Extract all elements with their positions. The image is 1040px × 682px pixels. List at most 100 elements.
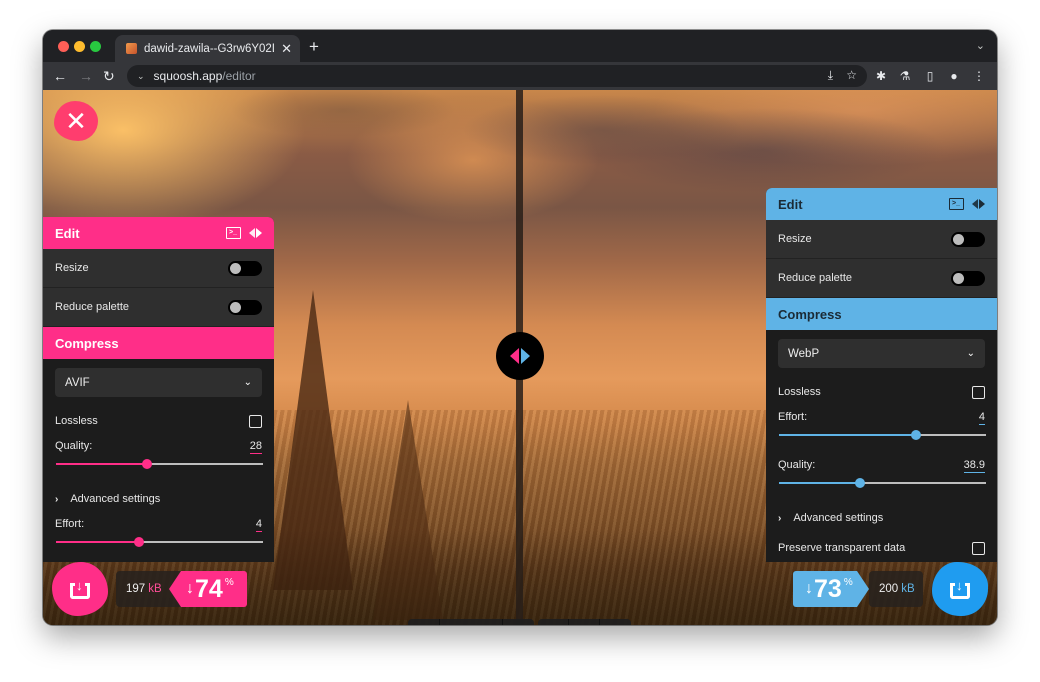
new-tab-button[interactable]: + [309,37,319,57]
image-compare-viewport[interactable]: ✕ Edit >_ Resize Reduce palette Compress… [43,90,997,625]
title-bar: dawid-zawila--G3rw6Y02D0-u ✕ + ⌄ [43,30,997,62]
left-savings-percent: 74 [195,574,223,603]
bookmark-star-icon[interactable]: ☆ [846,68,857,82]
left-size-unit: kB [148,583,162,595]
side-panel-icon[interactable]: ▯ [922,68,938,84]
tab-close-icon[interactable]: ✕ [281,42,292,55]
chevron-right-icon: › [778,512,782,524]
resize-label: Resize [778,233,812,245]
left-effort-slider[interactable] [56,537,263,547]
close-editor-button[interactable]: ✕ [54,101,98,141]
left-arrow-icon [510,348,519,364]
right-codec-value: WebP [788,347,820,360]
tab-search-chevron-icon[interactable]: ⌄ [976,39,985,52]
cli-terminal-icon[interactable]: >_ [226,227,241,239]
lossless-label: Lossless [55,415,98,427]
chevron-right-icon: › [55,493,59,505]
copy-settings-across-icon[interactable] [249,228,262,238]
right-resize-row: Resize [766,220,997,259]
browser-toolbar: ← → ↻ ⌄ squoosh.app /editor ⤓ ☆ ✱ ⚗ ▯ ● … [43,62,997,90]
right-lossless-checkbox[interactable] [972,385,985,399]
reload-button[interactable]: ↻ [103,66,115,86]
quality-label: Quality: [55,440,93,452]
advanced-settings-label: Advanced settings [70,493,161,505]
zoom-controls: − 156 % + [408,619,534,625]
left-compress-title: Compress [55,335,119,351]
left-advanced-settings-toggle[interactable]: › Advanced settings [43,484,274,514]
labs-flask-icon[interactable]: ⚗ [897,68,913,84]
left-edit-header: Edit >_ [43,217,274,249]
left-quality-input[interactable]: 28 [249,440,262,454]
minimize-window-button[interactable] [74,41,85,52]
slider-thumb[interactable] [854,478,865,488]
install-app-icon[interactable]: ⤓ [828,68,833,83]
resize-label: Resize [55,262,89,274]
slider-fill [779,434,916,436]
site-info-chevron-icon[interactable]: ⌄ [137,71,145,82]
right-resize-toggle[interactable] [951,231,985,247]
forward-button[interactable]: → [79,66,93,86]
slider-thumb[interactable] [133,537,144,547]
left-resize-row: Resize [43,249,274,288]
left-lossless-row: Lossless [43,406,274,436]
cli-terminal-icon[interactable]: >_ [949,198,964,210]
tab-title: dawid-zawila--G3rw6Y02D0-u [144,42,274,55]
right-edit-title: Edit [778,196,803,212]
right-quality-input[interactable]: 38.9 [963,459,985,473]
right-size-value: 200 [879,583,899,595]
address-bar[interactable]: ⌄ squoosh.app /editor ⤓ ☆ [127,65,867,87]
lossless-label: Lossless [778,386,821,398]
slider-fill [56,463,148,465]
down-arrow-icon: ↓ [186,580,194,597]
rotate-button[interactable]: ↻ [538,619,569,625]
close-window-button[interactable] [58,41,69,52]
zoom-level-input[interactable]: 156 % [439,619,503,625]
right-quality-slider[interactable] [779,478,986,488]
right-preserve-transparent-checkbox[interactable] [972,541,985,555]
toggle-transparency-button[interactable] [600,619,631,625]
maximize-window-button[interactable] [90,41,101,52]
effort-label: Effort: [55,518,85,530]
zoom-out-button[interactable]: − [408,619,439,625]
right-download-button[interactable]: ↓ [932,562,988,616]
left-download-button[interactable]: ↓ [52,562,108,616]
right-advanced-settings-toggle[interactable]: › Advanced settings [766,503,997,533]
url-path: /editor [222,69,256,83]
right-effort-slider-block: Effort: 4 [766,407,997,455]
right-savings-badge: ↓ 73 % [793,571,869,607]
left-resize-toggle[interactable] [228,260,262,276]
effort-label: Effort: [778,411,808,423]
chrome-menu-icon[interactable]: ⋮ [971,68,987,84]
slider-fill [779,482,860,484]
browser-tab[interactable]: dawid-zawila--G3rw6Y02D0-u ✕ [115,35,300,62]
left-lossless-checkbox[interactable] [249,414,262,428]
back-button[interactable]: ← [53,66,67,86]
quality-label: Quality: [778,459,816,471]
left-quality-slider[interactable] [56,459,263,469]
url-host: squoosh.app [153,69,223,83]
left-effort-input[interactable]: 4 [255,518,262,532]
slider-thumb[interactable] [142,459,153,469]
right-size-unit: kB [901,583,915,595]
right-reduce-palette-toggle[interactable] [951,270,985,286]
left-reduce-palette-toggle[interactable] [228,299,262,315]
copy-settings-across-icon[interactable] [972,199,985,209]
right-codec-select[interactable]: WebP ⌄ [778,339,985,368]
zoom-in-button[interactable]: + [503,619,534,625]
right-savings-percent: 73 [814,574,842,603]
slider-thumb[interactable] [910,430,921,440]
right-effort-slider[interactable] [779,430,986,440]
percent-sign: % [843,577,853,588]
compare-slider-handle[interactable] [496,332,544,380]
profile-avatar-icon[interactable]: ● [946,68,962,84]
right-arrow-icon [521,348,530,364]
left-codec-select[interactable]: AVIF ⌄ [55,368,262,397]
toggle-background-button[interactable] [569,619,600,625]
right-effort-input[interactable]: 4 [978,411,985,425]
left-codec-value: AVIF [65,376,90,389]
extensions-puzzle-icon[interactable]: ✱ [873,68,889,84]
left-savings-badge: ↓ 74 % [169,571,247,607]
close-icon: ✕ [65,106,87,136]
percent-sign: % [224,577,234,588]
browser-window: dawid-zawila--G3rw6Y02D0-u ✕ + ⌄ ← → ↻ ⌄… [43,30,997,625]
